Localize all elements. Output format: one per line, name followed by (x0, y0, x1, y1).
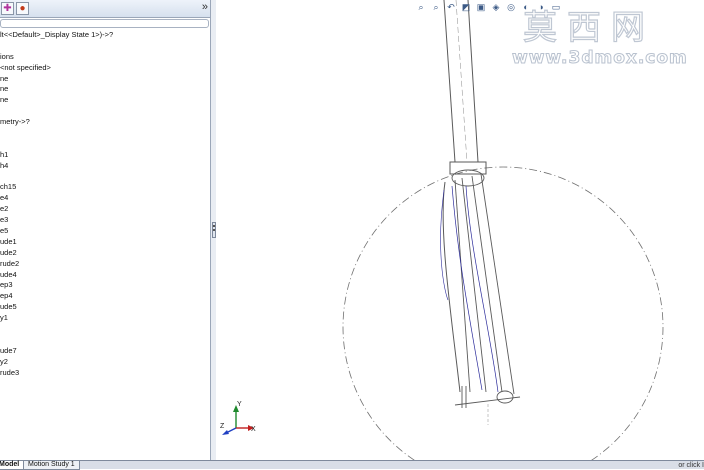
hide-show-icon[interactable]: ◎ (504, 2, 518, 13)
zoom-to-fit-icon[interactable]: ⌕ (414, 2, 428, 13)
zoom-area-icon[interactable]: ⌕ (429, 2, 443, 13)
watermark-logo: 莫西网 (522, 7, 655, 48)
steerer-axis (455, 0, 468, 163)
model-drawing (222, 0, 664, 460)
view-orientation-icon[interactable]: ▣ (474, 2, 488, 13)
steerer-right-edge (467, 0, 479, 163)
display-style-icon[interactable]: ◈ (489, 2, 503, 13)
crown-ellipse (451, 169, 485, 187)
steerer-left-edge (443, 0, 456, 163)
dropout-eye (496, 390, 514, 404)
triad-y-label: Y (237, 401, 242, 408)
fork-leg-1 (454, 179, 471, 393)
watermark-url: www.3dmox.com (512, 48, 688, 69)
triad-z-label: Z (220, 423, 225, 430)
wheel-outline (342, 166, 664, 460)
crown-block (449, 161, 487, 175)
coordinate-triad (222, 405, 254, 435)
triad-x-label: X (251, 426, 256, 433)
bottom-tab-bar: Model Motion Study 1 or click I (0, 460, 704, 470)
section-view-icon[interactable]: ◩ (459, 2, 473, 13)
fork-leg-2 (461, 177, 487, 393)
fork-blue-sketch-2 (465, 185, 499, 393)
previous-view-icon[interactable]: ↶ (444, 2, 458, 13)
